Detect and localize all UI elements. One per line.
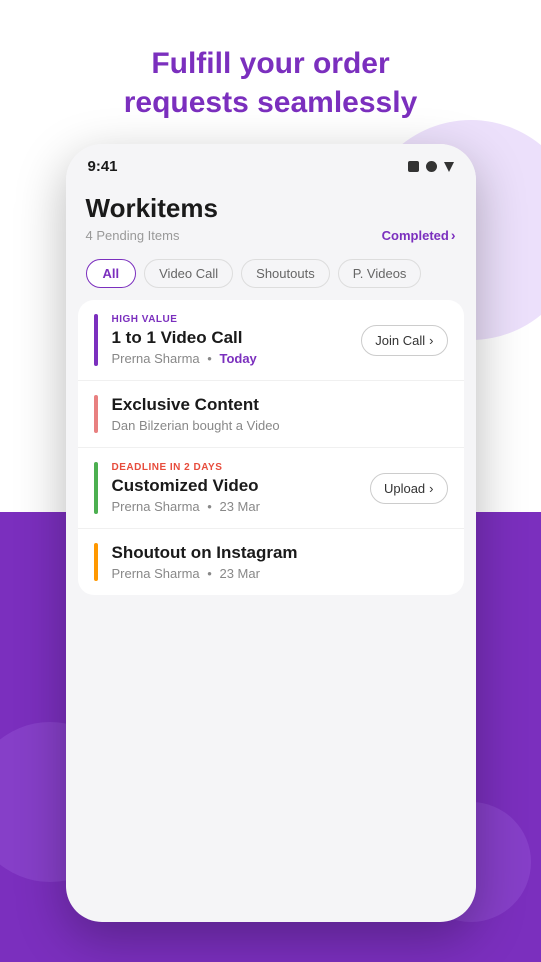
item-action-1: Join Call › <box>361 314 447 366</box>
item-title-4: Shoutout on Instagram <box>112 543 448 563</box>
filter-tabs: All Video Call Shoutouts P. Videos <box>66 251 476 300</box>
pending-count: 4 Pending Items <box>86 228 180 243</box>
item-title-1: 1 to 1 Video Call <box>112 328 362 348</box>
item-accent-3 <box>94 462 98 514</box>
status-bar: 9:41 <box>66 144 476 183</box>
item-title-2: Exclusive Content <box>112 395 448 415</box>
item-meta-2: Dan Bilzerian bought a Video <box>112 418 448 433</box>
item-accent-2 <box>94 395 98 433</box>
work-item-2: Exclusive Content Dan Bilzerian bought a… <box>78 381 464 448</box>
upload-button[interactable]: Upload › <box>370 473 448 504</box>
hero-title: Fulfill your order requests seamlessly <box>124 44 418 122</box>
page-subtitle-row: 4 Pending Items Completed › <box>86 227 456 243</box>
work-item-1: HIGH VALUE 1 to 1 Video Call Prerna Shar… <box>78 300 464 381</box>
item-badge-3: DEADLINE IN 2 DAYS <box>112 462 370 473</box>
item-accent-1 <box>94 314 98 366</box>
hero-section: Fulfill your order requests seamlessly <box>84 0 458 144</box>
item-body-2: Exclusive Content Dan Bilzerian bought a… <box>112 395 448 433</box>
page-header: Workitems 4 Pending Items Completed › <box>66 183 476 251</box>
work-item-3: DEADLINE IN 2 DAYS Customized Video Prer… <box>78 448 464 529</box>
phone-mockup: 9:41 Workitems 4 Pending Items Completed… <box>66 144 476 922</box>
app-container: Fulfill your order requests seamlessly 9… <box>0 0 541 962</box>
item-body-1: HIGH VALUE 1 to 1 Video Call Prerna Shar… <box>112 314 362 366</box>
item-body-3: DEADLINE IN 2 DAYS Customized Video Prer… <box>112 462 370 514</box>
battery-icon <box>444 162 454 172</box>
item-title-3: Customized Video <box>112 476 370 496</box>
status-icons <box>408 161 454 172</box>
wifi-icon <box>426 161 437 172</box>
work-item-4: Shoutout on Instagram Prerna Sharma • 23… <box>78 529 464 595</box>
status-time: 9:41 <box>88 158 118 175</box>
filter-tab-pvideos[interactable]: P. Videos <box>338 259 422 288</box>
item-body-4: Shoutout on Instagram Prerna Sharma • 23… <box>112 543 448 581</box>
join-call-button[interactable]: Join Call › <box>361 325 447 356</box>
item-action-3: Upload › <box>370 462 448 514</box>
item-meta-1: Prerna Sharma • Today <box>112 351 362 366</box>
work-items-list: HIGH VALUE 1 to 1 Video Call Prerna Shar… <box>78 300 464 595</box>
page-title: Workitems <box>86 193 456 224</box>
filter-tab-shoutouts[interactable]: Shoutouts <box>241 259 330 288</box>
filter-tab-all[interactable]: All <box>86 259 137 288</box>
item-badge-1: HIGH VALUE <box>112 314 362 325</box>
filter-tab-video-call[interactable]: Video Call <box>144 259 233 288</box>
item-meta-4: Prerna Sharma • 23 Mar <box>112 566 448 581</box>
completed-link[interactable]: Completed › <box>382 227 456 243</box>
item-meta-3: Prerna Sharma • 23 Mar <box>112 499 370 514</box>
signal-icon <box>408 161 419 172</box>
item-accent-4 <box>94 543 98 581</box>
